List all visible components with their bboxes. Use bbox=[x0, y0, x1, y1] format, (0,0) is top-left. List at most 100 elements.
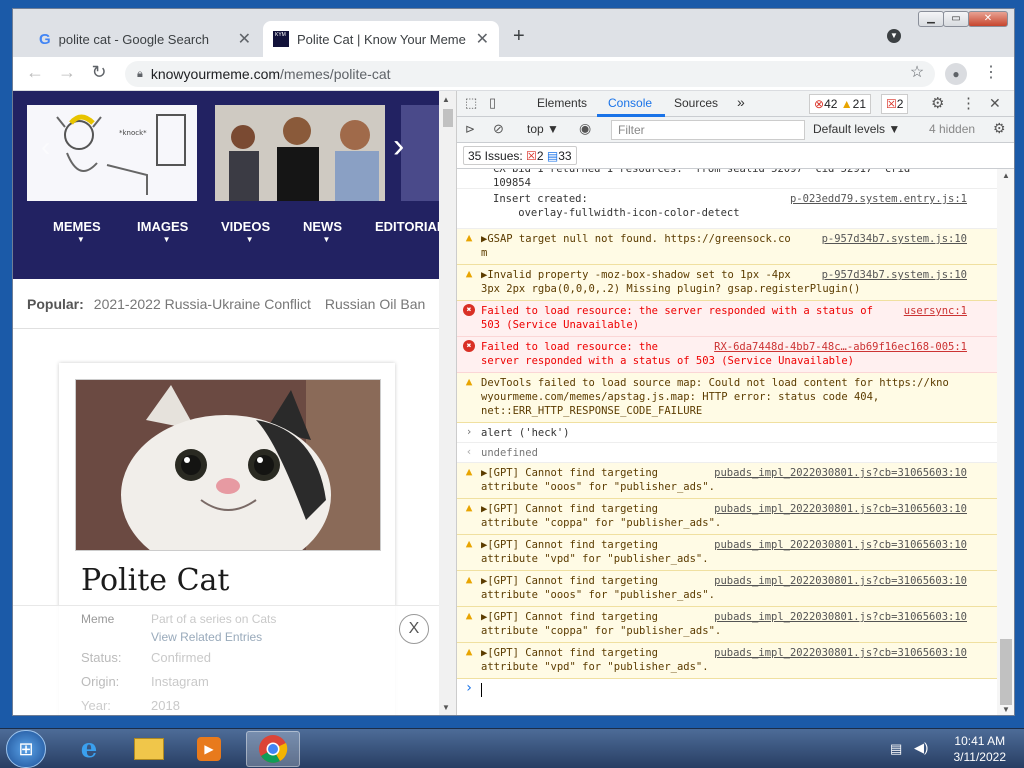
volume-icon[interactable]: ◀) bbox=[914, 740, 928, 756]
chrome-menu-icon[interactable]: ⋮ bbox=[979, 62, 1003, 82]
tab-search-icon[interactable]: ▼ bbox=[887, 29, 901, 43]
issues-button[interactable]: 35 Issues: ☒2 ▤33 bbox=[463, 146, 577, 165]
source-link[interactable]: pubads_impl_2022030801.js?cb=31065603:10 bbox=[714, 502, 967, 516]
context-select[interactable]: top ▼ bbox=[527, 122, 559, 136]
warning-icon: ▲ bbox=[465, 537, 473, 550]
network-icon[interactable]: ▤ bbox=[890, 741, 902, 757]
warning-icon: ▲ bbox=[465, 267, 473, 280]
console-message[interactable]: ▲ ▶[GPT] Cannot find targeting attribute "… bbox=[457, 535, 997, 571]
media-player-icon[interactable]: ▶ bbox=[182, 731, 236, 767]
status-value: Confirmed bbox=[151, 650, 211, 665]
maximize-button[interactable]: ▭ bbox=[943, 11, 969, 27]
console-message-text: ▶Invalid property -moz-box-shadow set to… bbox=[481, 269, 791, 281]
log-levels-select[interactable]: Default levels ▼ bbox=[813, 122, 900, 136]
address-bar[interactable]: 🔒︎ knowyourmeme.com/memes/polite-cat bbox=[125, 61, 935, 87]
tab-console[interactable]: Console bbox=[608, 96, 652, 110]
source-link[interactable]: pubads_impl_2022030801.js?cb=31065603:10 bbox=[714, 538, 967, 552]
console-message-text: 503 (Service Unavailable) bbox=[481, 319, 640, 331]
console-message[interactable]: ▲ ▶[GPT] Cannot find targeting attribute "… bbox=[457, 499, 997, 535]
profile-avatar[interactable]: ● bbox=[945, 63, 967, 85]
close-devtools-icon[interactable]: ✕ bbox=[989, 95, 1001, 112]
menu-editorial[interactable]: EDITORIAL bbox=[375, 219, 439, 234]
source-link[interactable]: pubads_impl_2022030801.js?cb=31065603:10 bbox=[714, 646, 967, 660]
console-message[interactable]: ▲ ▶[GPT] Cannot find targeting attribute "… bbox=[457, 571, 997, 607]
sidebar-toggle-icon[interactable]: ⊳ bbox=[465, 122, 475, 136]
tab-polite-cat[interactable]: KYM Polite Cat | Know Your Meme ✕ bbox=[263, 21, 499, 57]
source-link[interactable]: p-957d34b7.system.js:10 bbox=[822, 268, 967, 282]
close-window-button[interactable]: ✕ bbox=[968, 11, 1008, 27]
console-scrollbar[interactable]: ▲ ▼ bbox=[997, 169, 1014, 715]
clear-console-icon[interactable]: ⊘ bbox=[493, 121, 504, 137]
source-link[interactable]: usersync:1 bbox=[904, 304, 967, 318]
console-message-text: Failed to load resource: the bbox=[481, 341, 659, 353]
windows-taskbar: ⊞ e ▶ ▤ ◀) 10:41 AM 3/11/2022 bbox=[0, 728, 1024, 768]
close-tab-icon[interactable]: ✕ bbox=[476, 29, 489, 49]
console-message[interactable]: ▲ ▶[GPT] Cannot find targeting attribute "… bbox=[457, 643, 997, 679]
source-link[interactable]: p-957d34b7.system.js:10 bbox=[822, 232, 967, 246]
lock-icon: 🔒︎ bbox=[137, 67, 143, 80]
console-message-text: ▶GSAP target null not found. https://gre… bbox=[481, 233, 791, 245]
tab-google-search[interactable]: G polite cat - Google Search ✕ bbox=[29, 21, 261, 57]
overlay-close-button[interactable]: X bbox=[399, 614, 429, 644]
console-message[interactable]: ▲ ▶[GPT] Cannot find targeting attribute "… bbox=[457, 463, 997, 499]
start-button[interactable]: ⊞ bbox=[6, 730, 46, 768]
tab-sources[interactable]: Sources bbox=[674, 96, 718, 110]
scroll-thumb[interactable] bbox=[443, 109, 453, 127]
internet-explorer-icon[interactable]: e bbox=[62, 731, 116, 767]
forward-icon[interactable]: → bbox=[55, 62, 79, 83]
console-prompt-input[interactable]: › bbox=[457, 679, 997, 703]
console-message-text: DevTools failed to load source map: Coul… bbox=[481, 377, 949, 389]
menu-images[interactable]: IMAGES ▼ bbox=[137, 219, 188, 244]
menu-videos[interactable]: VIDEOS ▼ bbox=[221, 219, 270, 244]
settings-gear-icon[interactable]: ⚙ bbox=[931, 94, 944, 112]
chrome-taskbar-icon[interactable] bbox=[246, 731, 300, 767]
source-link[interactable]: pubads_impl_2022030801.js?cb=31065603:10 bbox=[714, 466, 967, 480]
console-message[interactable]: ▲ ▶[GPT] Cannot find targeting attribute "… bbox=[457, 607, 997, 643]
main-menu: MEMES ▼ IMAGES ▼ VIDEOS ▼ NEWS ▼ EDITORIAL bbox=[13, 219, 439, 249]
file-explorer-icon[interactable] bbox=[122, 731, 176, 767]
reload-icon[interactable]: ↻ bbox=[87, 62, 111, 83]
source-link[interactable]: RX-6da7448d-4bb7-48c…-ab69f16ec168-005:1 bbox=[714, 340, 967, 354]
source-link[interactable]: pubads_impl_2022030801.js?cb=31065603:10 bbox=[714, 574, 967, 588]
more-tabs-icon[interactable]: » bbox=[737, 94, 745, 110]
thumbnail-drawing[interactable]: *knock* bbox=[27, 105, 197, 201]
eye-icon[interactable]: ◉ bbox=[579, 120, 591, 137]
thumbnail-people[interactable] bbox=[215, 105, 385, 201]
related-link[interactable]: View Related Entries bbox=[151, 630, 262, 644]
scroll-up-icon[interactable]: ▲ bbox=[442, 95, 450, 104]
page-scrollbar[interactable]: ▲ ▼ bbox=[439, 91, 456, 715]
device-toolbar-icon[interactable]: ▯ bbox=[489, 95, 496, 111]
close-tab-icon[interactable]: ✕ bbox=[238, 29, 251, 49]
popular-bar: Popular: 2021-2022 Russia-Ukraine Confli… bbox=[13, 279, 439, 329]
system-clock[interactable]: 10:41 AM 3/11/2022 bbox=[954, 733, 1007, 765]
inspect-icon[interactable]: ⬚ bbox=[465, 95, 477, 111]
devtools-menu-icon[interactable]: ⋮ bbox=[961, 94, 976, 112]
cat-image bbox=[76, 380, 380, 550]
chrome-icon bbox=[259, 735, 288, 763]
console-message[interactable]: ▲ ▶GSAP target null not found. https://gr… bbox=[457, 229, 997, 265]
thumbnail-partial[interactable] bbox=[401, 105, 439, 201]
menu-news[interactable]: NEWS ▼ bbox=[303, 219, 342, 244]
carousel-prev-icon[interactable]: ‹ bbox=[41, 131, 50, 163]
bookmark-star-icon[interactable]: ☆ bbox=[905, 62, 929, 82]
console-message[interactable]: ▲ DevTools failed to load source map: Cou… bbox=[457, 373, 997, 423]
new-tab-button[interactable]: + bbox=[513, 25, 525, 48]
tab-elements[interactable]: Elements bbox=[537, 96, 587, 110]
filter-input[interactable]: Filter bbox=[611, 120, 805, 140]
scroll-down-icon[interactable]: ▼ bbox=[1002, 705, 1010, 714]
error-warning-counter[interactable]: ⊗42 ▲21 bbox=[809, 94, 872, 114]
console-settings-icon[interactable]: ⚙ bbox=[993, 120, 1006, 137]
source-link[interactable]: p-023edd79.system.entry.js:1 bbox=[790, 192, 967, 206]
issues-counter[interactable]: ☒2 bbox=[881, 94, 909, 114]
menu-memes[interactable]: MEMES ▼ bbox=[53, 219, 101, 244]
minimize-button[interactable]: ▁ bbox=[918, 11, 944, 27]
source-link[interactable]: pubads_impl_2022030801.js?cb=31065603:10 bbox=[714, 610, 967, 624]
scroll-thumb[interactable] bbox=[1000, 639, 1012, 705]
back-icon[interactable]: ← bbox=[23, 62, 47, 83]
popular-link[interactable]: Russian Oil Ban bbox=[325, 296, 425, 312]
scroll-down-icon[interactable]: ▼ bbox=[442, 703, 450, 712]
scroll-up-icon[interactable]: ▲ bbox=[1002, 171, 1010, 180]
popular-link[interactable]: 2021-2022 Russia-Ukraine Conflict bbox=[94, 296, 311, 312]
console-message[interactable]: ▲ ▶Invalid property -moz-box-shadow set t… bbox=[457, 265, 997, 301]
carousel-next-icon[interactable]: › bbox=[393, 127, 404, 166]
